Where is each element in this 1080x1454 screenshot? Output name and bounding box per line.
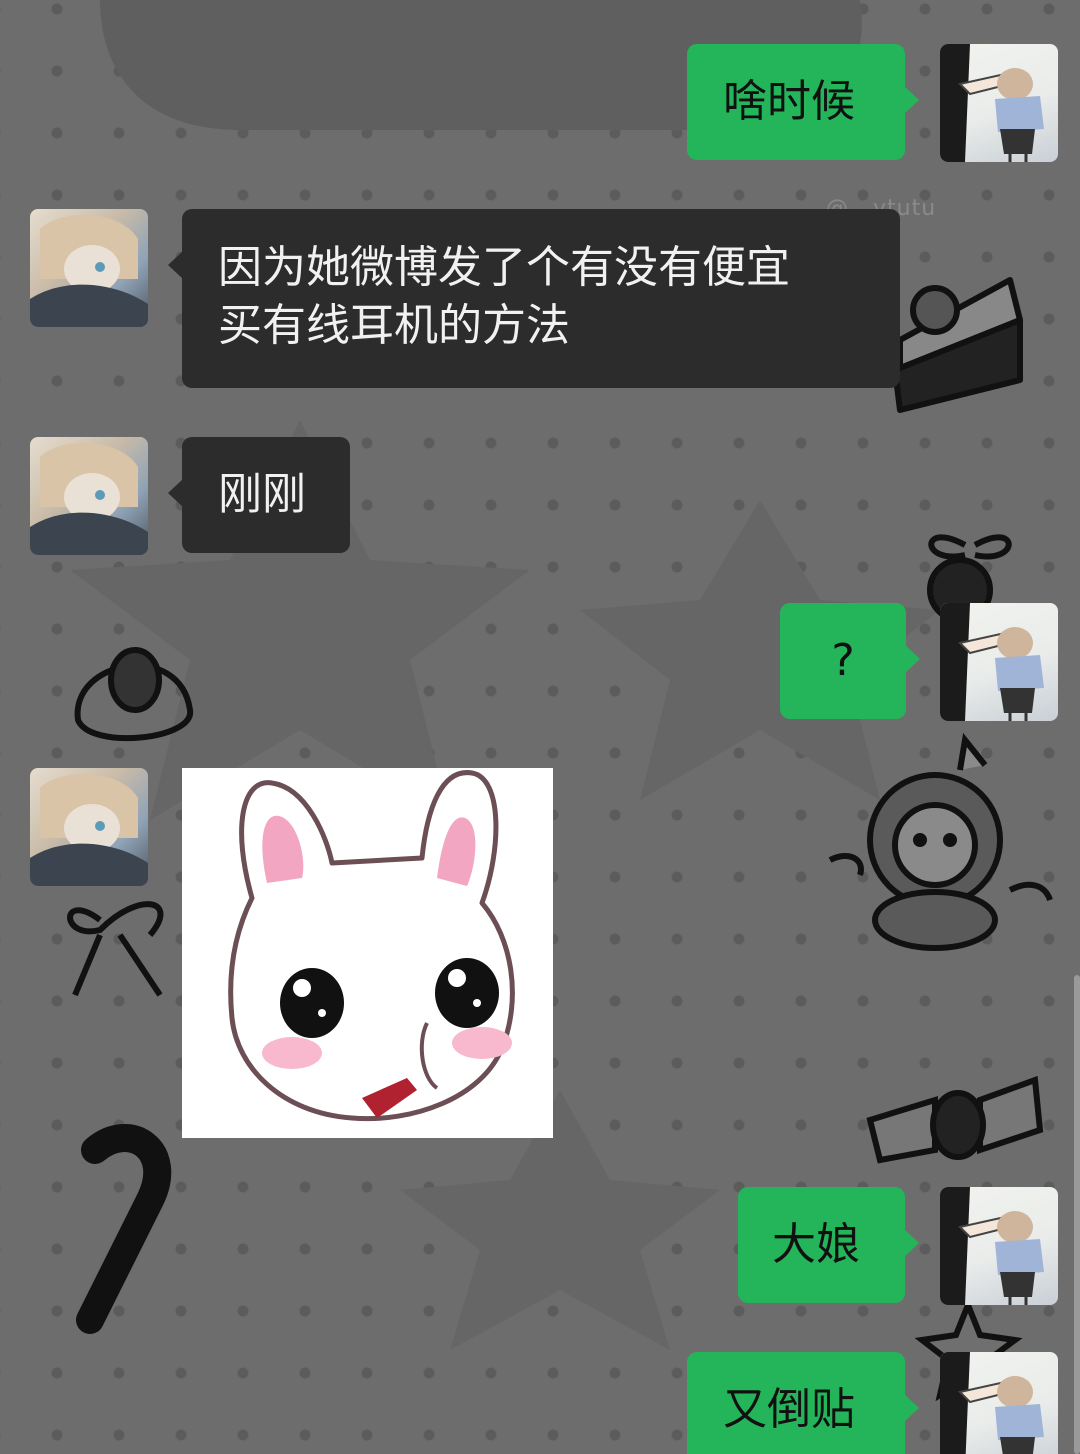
message-text-line-1: 因为她微博发了个有没有便宜 [218,242,790,293]
incoming-message-bubble[interactable]: 因为她微博发了个有没有便宜 买有线耳机的方法 [168,209,900,388]
anime-boy-avatar-image [30,774,148,886]
strawberry-hat-doodle [74,647,193,742]
message-text: 大娘 [772,1219,860,1270]
bunny-sticker-image [228,770,515,1122]
chat-view[interactable]: @...ytutu 啥时候 因为她微博发了个有没有便宜 买有线耳机的方法 [0,0,1080,1454]
contact-avatar[interactable] [30,209,148,327]
bear-doodle [828,732,1053,951]
anime-boy-avatar-image [30,443,148,555]
anime-girl-avatar-image [940,44,1044,162]
cake-doodle [892,277,1023,413]
message-text-line-2: 买有线耳机的方法 [218,300,570,351]
outgoing-message-bubble[interactable]: 大娘 [738,1187,919,1303]
my-avatar[interactable] [940,1352,1058,1454]
message-text: ? [831,635,855,686]
anime-girl-avatar-image [940,1352,1044,1454]
anime-girl-avatar-image [940,603,1044,721]
candy-bow-doodle [866,1075,1044,1164]
my-avatar[interactable] [940,1187,1058,1305]
white-bunny-sticker[interactable] [182,768,553,1138]
outgoing-message-bubble[interactable]: ? [780,603,920,719]
contact-avatar[interactable] [30,768,148,886]
incoming-message-bubble[interactable]: 刚刚 [168,437,350,553]
contact-avatar[interactable] [30,437,148,555]
candy-cane-doodle [76,1124,172,1334]
message-text: 刚刚 [218,469,306,520]
outgoing-message-bubble[interactable]: 啥时候 [687,44,919,160]
ribbon-doodle [67,901,164,997]
anime-girl-avatar-image [940,1187,1044,1305]
my-avatar[interactable] [940,44,1058,162]
chat-scrollbar[interactable] [1074,975,1080,1454]
message-text: 啥时候 [723,76,855,127]
my-avatar[interactable] [940,603,1058,721]
outgoing-message-bubble[interactable]: 又倒贴 [687,1352,919,1454]
message-text: 又倒贴 [723,1384,855,1435]
anime-boy-avatar-image [30,215,148,327]
